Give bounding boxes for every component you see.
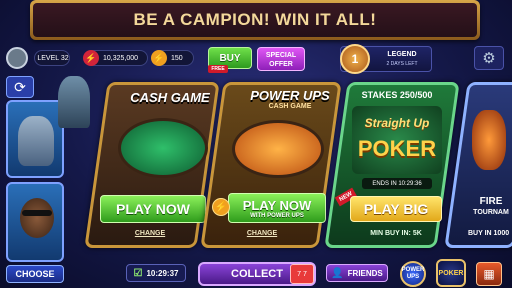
power-ups-play-button[interactable]: PLAY NOW WITH POWER UPS [228,193,326,223]
friends-button[interactable]: 👤 FRIENDS [326,264,388,282]
promo-banner: BE A CAMPION! WIN IT ALL! [30,0,480,40]
poker-shortcut-label: POKER [438,269,464,277]
lightning-badge-icon: ⚡ [212,198,230,216]
fire-title: FIRE [479,196,503,207]
refresh-icon[interactable]: ⟳ [6,76,34,98]
power-ups-subtitle: CASH GAME [268,103,312,110]
friends-label: FRIENDS [347,268,383,278]
trophy-icon [472,110,506,170]
free-tag: FREE [208,65,228,73]
play-big-label: PLAY BIG [363,201,429,217]
chips-value: 10,325,000 [103,54,139,62]
cash-game-title: CASH GAME [130,90,210,105]
dog-character-icon [58,76,90,128]
straight-up-poker-logo: Straight Up POKER [352,106,442,174]
sunglasses-icon [22,210,52,216]
poker-table-icon [118,118,208,178]
chips-balance[interactable]: ⚡ 10,325,000 [83,50,148,66]
legend-title: LEGEND [387,51,417,58]
level-label: LEVEL 32 [37,54,69,62]
fire-buy-in: BUY IN 1000 [468,230,510,237]
gems-balance[interactable]: ⚡ 150 [151,50,194,66]
bonus-timer[interactable]: ☑ 10:29:37 [126,264,186,282]
character-card-monkey[interactable] [6,182,64,262]
power-ups-play-label: PLAY NOW [242,197,312,213]
cash-game-play-label: PLAY NOW [116,201,190,217]
gear-icon[interactable]: ⚙ [474,46,504,70]
gems-value: 150 [171,54,183,62]
collect-label: COLLECT [231,268,283,280]
shop-icon[interactable]: ▦ [476,262,502,286]
power-ups-title: POWER UPS [250,88,330,103]
player-avatar[interactable] [6,47,28,69]
checkbox-icon: ☑ [133,267,143,279]
power-ups-change-link[interactable]: CHANGE [232,230,292,237]
power-ups-shortcut-icon[interactable]: POWER UPS [400,261,426,287]
bonus-timer-value: 10:29:37 [146,268,179,278]
banner-text: BE A CAMPION! WIN IT ALL! [33,3,477,37]
ends-in-timer: ENDS IN 10:29:36 [362,178,432,189]
shark-character-icon [18,116,54,166]
chips-icon: ⚡ [83,50,99,66]
logo-main-text: POKER [357,136,437,161]
choose-button[interactable]: CHOOSE [6,265,64,283]
level-pill: LEVEL 32 [34,50,70,66]
power-ups-shortcut-label: POWER UPS [401,267,425,280]
slot-machine-icon: 7 7 [290,264,314,284]
legend-rank: 1 [351,52,359,66]
legend-rank-badge: 1 [340,44,370,74]
play-big-button[interactable]: PLAY BIG [350,196,442,222]
logo-top-text: Straight Up [364,116,430,130]
fire-table-icon [232,120,324,178]
friends-icon: 👤 [331,267,344,279]
lightning-icon: ⚡ [151,50,167,66]
special-offer-button[interactable]: SPECIAL OFFER [257,47,305,71]
character-card-shark[interactable] [6,100,64,178]
fire-subtitle: TOURNAM [473,209,509,216]
poker-shortcut-icon[interactable]: POKER [436,259,466,287]
legend-subtitle: 2 DAYS LEFT [386,61,418,67]
monkey-character-icon [20,198,54,238]
cash-game-play-button[interactable]: PLAY NOW [100,195,206,223]
power-ups-play-sublabel: WITH POWER UPS [250,212,304,219]
min-buy-in-label: MIN BUY IN: 5K [370,230,422,237]
cash-game-change-link[interactable]: CHANGE [120,230,180,237]
stakes-label: STAKES 250/500 [361,90,433,100]
